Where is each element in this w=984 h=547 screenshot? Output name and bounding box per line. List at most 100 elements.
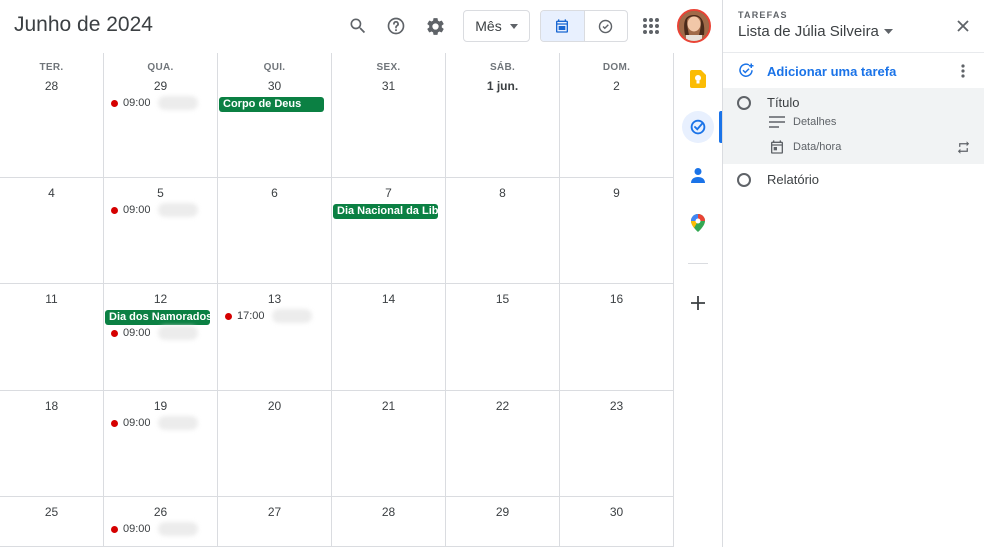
event-dot (111, 329, 118, 337)
help-button[interactable] (381, 11, 411, 41)
day-number[interactable]: 5 (104, 186, 217, 200)
view-selector[interactable]: Mês (463, 10, 530, 42)
day-number[interactable]: 1 jun. (446, 79, 559, 93)
task-check-icon (599, 19, 613, 33)
apps-button[interactable] (636, 11, 666, 41)
settings-button[interactable] (420, 11, 450, 41)
day-cell[interactable]: SÁB. 1 jun. (446, 53, 560, 178)
tasks-app-button[interactable] (682, 111, 714, 143)
day-cell[interactable]: 26 09:00 (104, 497, 218, 547)
repeat-button[interactable] (955, 139, 971, 155)
strip-divider (688, 263, 708, 264)
plus-icon (691, 296, 705, 310)
day-number[interactable]: 21 (332, 399, 445, 413)
day-cell[interactable]: 29 (446, 497, 560, 547)
day-number[interactable]: 18 (0, 399, 103, 413)
day-number[interactable]: 8 (446, 186, 559, 200)
timed-event[interactable]: 09:00 (111, 522, 198, 536)
day-cell[interactable]: 15 (446, 284, 560, 391)
add-task-button[interactable]: Adicionar uma tarefa (737, 61, 896, 81)
day-number[interactable]: 11 (0, 292, 103, 306)
day-cell[interactable]: 5 09:00 (104, 178, 218, 284)
day-number[interactable]: 29 (104, 79, 217, 93)
day-number[interactable]: 19 (104, 399, 217, 413)
holiday-event[interactable]: Dia Nacional da Liber (333, 204, 438, 219)
avatar[interactable] (677, 9, 711, 43)
day-cell[interactable]: 16 (560, 284, 674, 391)
day-cell[interactable]: 4 (0, 178, 104, 284)
day-cell[interactable]: 20 (218, 391, 332, 497)
day-number[interactable]: 20 (218, 399, 331, 413)
day-cell[interactable]: 11 (0, 284, 104, 391)
task-complete-radio[interactable] (737, 172, 751, 187)
new-task-title-input[interactable]: Título (767, 95, 800, 110)
day-number[interactable]: 25 (0, 505, 103, 519)
day-cell[interactable]: 27 (218, 497, 332, 547)
contacts-button[interactable] (682, 159, 714, 191)
day-number[interactable]: 28 (0, 79, 103, 93)
day-number[interactable]: 15 (446, 292, 559, 306)
holiday-event[interactable]: Dia dos Namorados (105, 310, 210, 325)
day-cell[interactable]: 8 (446, 178, 560, 284)
day-cell[interactable]: 30 (560, 497, 674, 547)
day-cell[interactable]: 23 (560, 391, 674, 497)
timed-event[interactable]: 09:00 (111, 203, 198, 217)
day-cell[interactable]: 6 (218, 178, 332, 284)
day-number[interactable]: 9 (560, 186, 673, 200)
day-number[interactable]: 16 (560, 292, 673, 306)
day-cell[interactable]: 21 (332, 391, 446, 497)
keep-button[interactable] (682, 63, 714, 95)
day-number[interactable]: 6 (218, 186, 331, 200)
day-cell[interactable]: 22 (446, 391, 560, 497)
tasks-header-divider (723, 52, 984, 53)
task-item[interactable]: Relatório (737, 172, 819, 187)
event-dot (111, 206, 118, 214)
timed-event[interactable]: 09:00 (111, 326, 198, 340)
day-number[interactable]: 14 (332, 292, 445, 306)
timed-event[interactable]: 17:00 (225, 309, 312, 323)
day-cell[interactable]: 12 Dia dos Namorados 09:00 (104, 284, 218, 391)
day-cell[interactable]: DOM. 2 (560, 53, 674, 178)
day-number[interactable]: 4 (0, 186, 103, 200)
day-number[interactable]: 30 (560, 505, 673, 519)
day-cell[interactable]: 18 (0, 391, 104, 497)
day-cell[interactable]: QUA. 29 09:00 (104, 53, 218, 178)
day-cell[interactable]: 9 (560, 178, 674, 284)
task-date-field[interactable]: Data/hora (769, 139, 841, 155)
day-cell[interactable]: SEX. 31 (332, 53, 446, 178)
calendar-view-toggle[interactable] (541, 11, 584, 41)
day-number[interactable]: 2 (560, 79, 673, 93)
more-options-button[interactable] (955, 61, 971, 81)
day-number[interactable]: 30 (218, 79, 331, 93)
day-number[interactable]: 26 (104, 505, 217, 519)
day-number[interactable]: 22 (446, 399, 559, 413)
view-selector-label: Mês (475, 18, 502, 34)
day-number[interactable]: 27 (218, 505, 331, 519)
task-details-field[interactable]: Detalhes (769, 116, 836, 128)
day-number[interactable]: 7 (332, 186, 445, 200)
day-cell[interactable]: 14 (332, 284, 446, 391)
search-button[interactable] (343, 11, 373, 41)
day-number[interactable]: 13 (218, 292, 331, 306)
day-cell[interactable]: 28 (332, 497, 446, 547)
day-cell[interactable]: QUI. 30 Corpo de Deus (218, 53, 332, 178)
day-cell[interactable]: 19 09:00 (104, 391, 218, 497)
close-panel-button[interactable] (953, 16, 973, 36)
day-cell[interactable]: 25 (0, 497, 104, 547)
day-number[interactable]: 28 (332, 505, 445, 519)
day-cell[interactable]: TER. 28 (0, 53, 104, 178)
day-number[interactable]: 12 (104, 292, 217, 306)
timed-event[interactable]: 09:00 (111, 96, 198, 110)
maps-button[interactable] (682, 207, 714, 239)
day-number[interactable]: 29 (446, 505, 559, 519)
task-list-selector[interactable]: Lista de Júlia Silveira (738, 23, 893, 40)
day-number[interactable]: 23 (560, 399, 673, 413)
holiday-event[interactable]: Corpo de Deus (219, 97, 324, 112)
task-complete-radio[interactable] (737, 95, 751, 110)
tasks-view-toggle[interactable] (585, 11, 628, 41)
day-number[interactable]: 31 (332, 79, 445, 93)
day-cell[interactable]: 7 Dia Nacional da Liber (332, 178, 446, 284)
add-addon-button[interactable] (682, 287, 714, 319)
day-cell[interactable]: 13 17:00 (218, 284, 332, 391)
timed-event[interactable]: 09:00 (111, 416, 198, 430)
